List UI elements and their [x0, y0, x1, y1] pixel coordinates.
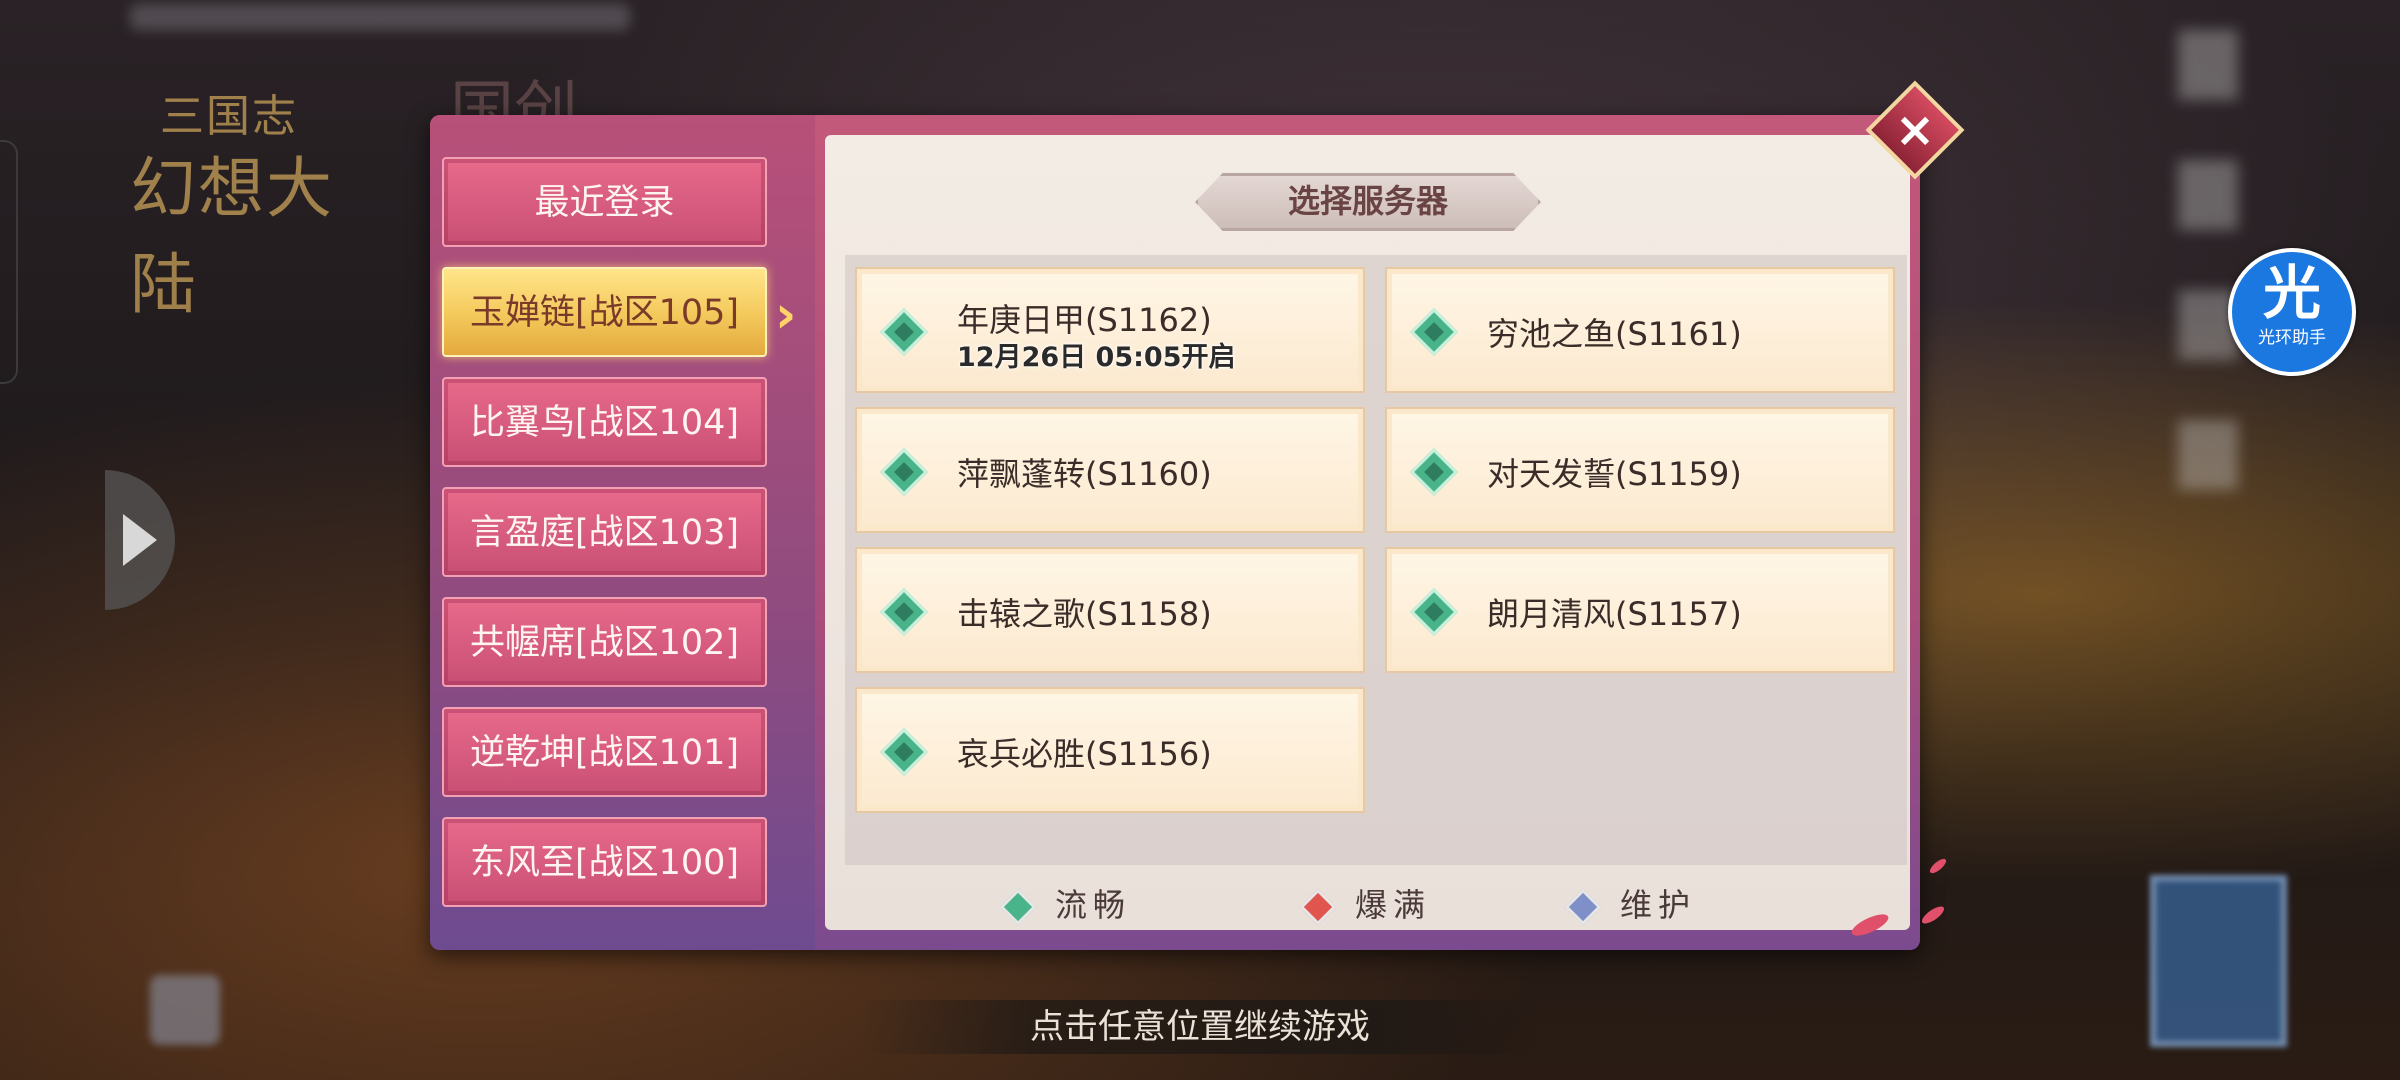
- side-expand-button[interactable]: [105, 470, 175, 610]
- status-smooth-icon: [1409, 587, 1459, 637]
- status-smooth-icon: [879, 447, 929, 497]
- server-name: 萍飘蓬转(S1160): [957, 455, 1212, 493]
- legend-label: 爆满: [1355, 886, 1432, 924]
- server-item-s1162[interactable]: 年庚日甲(S1162) 12月26日 05:05开启: [855, 267, 1365, 393]
- server-open-time: 12月26日 05:05开启: [957, 342, 1236, 373]
- tab-zone-103[interactable]: 言盈庭[战区103]: [442, 487, 767, 577]
- server-item-s1160[interactable]: 萍飘蓬转(S1160): [855, 407, 1365, 533]
- dialog-title: 选择服务器: [1195, 173, 1541, 231]
- legend-label: 维护: [1620, 886, 1697, 924]
- server-name: 穷池之鱼(S1161): [1487, 315, 1742, 353]
- legend-label: 流畅: [1055, 886, 1132, 924]
- game-logo-line2: 幻想大陆: [130, 150, 334, 323]
- server-grid: 年庚日甲(S1162) 12月26日 05:05开启 穷池之鱼(S1161) 萍…: [845, 255, 1907, 865]
- tab-recent-login[interactable]: 最近登录: [442, 157, 767, 247]
- screen-edge-handle: [0, 140, 18, 384]
- zone-tab-list: 最近登录 玉婵链[战区105] 比翼鸟[战区104] 言盈庭[战区103] 共幄…: [430, 115, 815, 950]
- assistant-float-button[interactable]: 光 光环助手: [2228, 248, 2356, 376]
- blurred-corner-icon[interactable]: [150, 975, 220, 1045]
- assistant-label: 光环助手: [2258, 328, 2326, 348]
- blurred-status-text: [130, 4, 630, 30]
- status-smooth-icon: [1409, 447, 1459, 497]
- server-name: 击辕之歌(S1158): [957, 595, 1212, 633]
- petal-decoration: [1919, 903, 1947, 927]
- server-select-dialog: 最近登录 玉婵链[战区105] 比翼鸟[战区104] 言盈庭[战区103] 共幄…: [430, 115, 1920, 950]
- status-smooth-icon: [1409, 307, 1459, 357]
- server-item-s1159[interactable]: 对天发誓(S1159): [1385, 407, 1895, 533]
- game-logo: 三国志 幻想大陆: [120, 40, 400, 323]
- legend-maintenance: 维护: [1564, 885, 1697, 926]
- server-panel: 选择服务器 年庚日甲(S1162) 12月26日 05:05开启 穷池之鱼(S1…: [825, 135, 1910, 930]
- server-item-s1157[interactable]: 朗月清风(S1157): [1385, 547, 1895, 673]
- status-smooth-icon: [879, 307, 929, 357]
- continue-hint[interactable]: 点击任意位置继续游戏: [860, 1000, 1540, 1054]
- full-gem-icon: [1299, 888, 1337, 926]
- tab-zone-102[interactable]: 共幄席[战区102]: [442, 597, 767, 687]
- assistant-icon: 光: [2262, 259, 2321, 327]
- tab-zone-100[interactable]: 东风至[战区100]: [442, 817, 767, 907]
- petal-decoration: [1927, 856, 1949, 876]
- legend-full: 爆满: [1299, 885, 1432, 926]
- tab-zone-105[interactable]: 玉婵链[战区105]: [442, 267, 767, 357]
- close-icon: ×: [1894, 102, 1936, 158]
- status-smooth-icon: [879, 587, 929, 637]
- server-item-s1156[interactable]: 哀兵必胜(S1156): [855, 687, 1365, 813]
- server-name: 哀兵必胜(S1156): [957, 735, 1212, 773]
- tab-zone-101[interactable]: 逆乾坤[战区101]: [442, 707, 767, 797]
- server-item-s1161[interactable]: 穷池之鱼(S1161): [1385, 267, 1895, 393]
- blurred-card-icon[interactable]: [2150, 875, 2287, 1047]
- server-item-s1158[interactable]: 击辕之歌(S1158): [855, 547, 1365, 673]
- server-name: 朗月清风(S1157): [1487, 595, 1742, 633]
- maintenance-gem-icon: [1564, 888, 1602, 926]
- smooth-gem-icon: [999, 888, 1037, 926]
- server-name: 对天发誓(S1159): [1487, 455, 1742, 493]
- legend-smooth: 流畅: [999, 885, 1132, 926]
- status-smooth-icon: [879, 727, 929, 777]
- blurred-side-menu[interactable]: [2178, 30, 2238, 550]
- active-tab-arrow-icon: ›: [775, 285, 797, 345]
- tab-zone-104[interactable]: 比翼鸟[战区104]: [442, 377, 767, 467]
